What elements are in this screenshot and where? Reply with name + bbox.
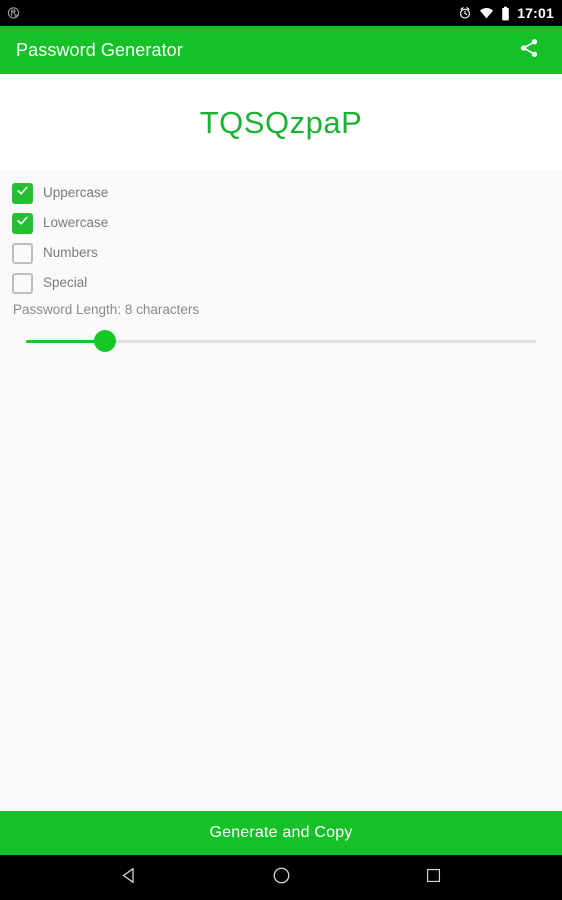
checkbox-label-lowercase: Lowercase (43, 215, 109, 231)
status-bar-time: 17:01 (517, 4, 554, 21)
password-length-slider[interactable] (0, 325, 562, 357)
generated-password-text[interactable]: TQSQzpaP (200, 107, 363, 138)
checkbox-label-uppercase: Uppercase (43, 185, 109, 201)
checkbox-lowercase[interactable] (12, 212, 33, 234)
share-button[interactable] (512, 33, 546, 67)
generate-and-copy-button[interactable]: Generate and Copy (0, 811, 562, 855)
checkbox-numbers[interactable] (12, 242, 33, 264)
app-bar: Password Generator (0, 26, 562, 74)
password-display-area: TQSQzpaP (0, 74, 562, 170)
checkbox-label-special: Special (43, 275, 88, 291)
checkmark-icon (15, 213, 30, 233)
status-bar-notifications (6, 6, 21, 21)
back-triangle-icon (119, 865, 140, 891)
slider-thumb[interactable] (94, 330, 116, 352)
checkmark-icon (15, 183, 30, 203)
generate-and-copy-label: Generate and Copy (209, 824, 353, 841)
status-bar-system-icons: 17:01 (458, 6, 554, 21)
wifi-icon (479, 6, 494, 20)
password-length-label: Password Length: 8 characters (13, 302, 200, 317)
battery-icon (501, 6, 510, 21)
checkbox-row-numbers[interactable]: Numbers (12, 238, 98, 268)
checkbox-row-uppercase[interactable]: Uppercase (12, 178, 108, 208)
alarm-clock-icon (458, 6, 472, 20)
share-icon (518, 37, 540, 64)
nav-recents-button[interactable] (411, 856, 455, 900)
nav-back-button[interactable] (107, 856, 151, 900)
app-title: Password Generator (16, 40, 183, 60)
status-bar: 17:01 (0, 0, 562, 26)
checkbox-special[interactable] (12, 272, 33, 294)
home-circle-icon (271, 865, 292, 891)
app-notification-icon (6, 6, 21, 21)
android-navigation-bar (0, 855, 562, 900)
checkbox-row-lowercase[interactable]: Lowercase (12, 208, 108, 238)
checkbox-row-special[interactable]: Special (12, 268, 87, 298)
checkbox-uppercase[interactable] (12, 182, 33, 204)
checkbox-label-numbers: Numbers (43, 245, 98, 261)
nav-home-button[interactable] (259, 856, 303, 900)
recents-square-icon (424, 866, 443, 890)
device-screen: 17:01 Password Generator TQSQzpaP Upperc… (0, 0, 562, 900)
